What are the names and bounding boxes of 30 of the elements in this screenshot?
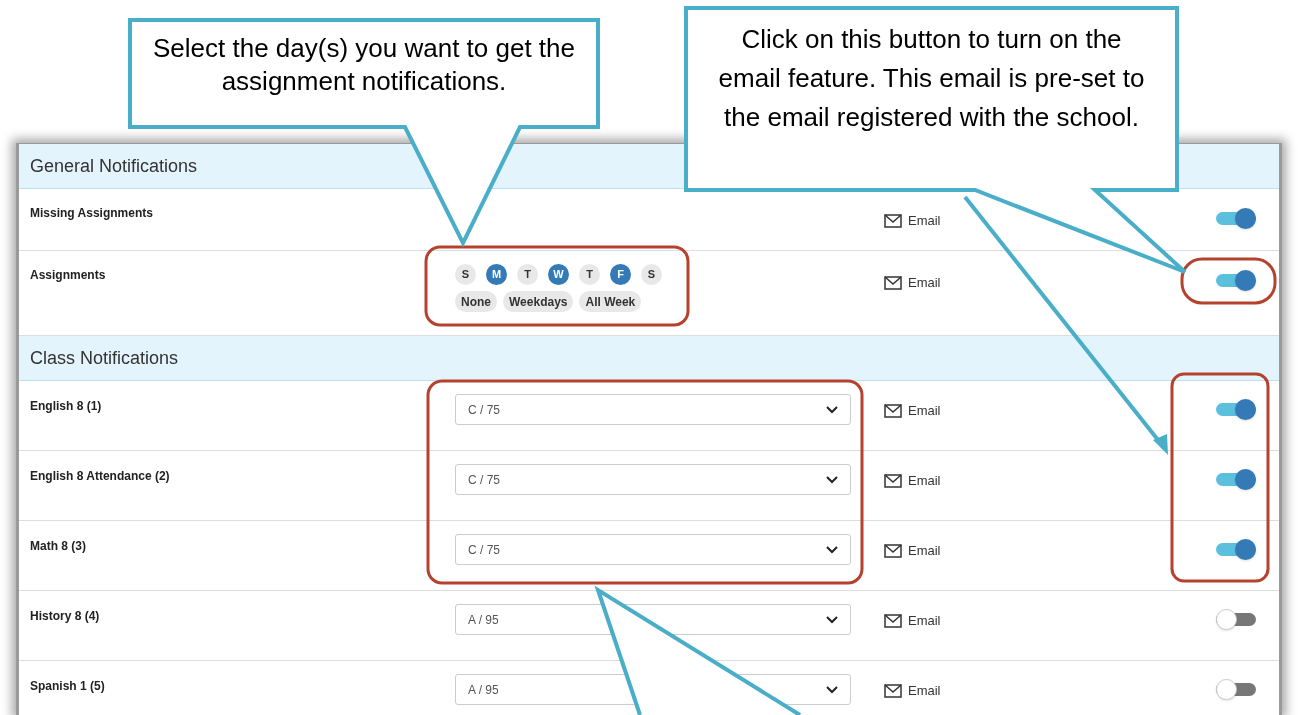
grade-dropdown[interactable]: C / 75: [455, 394, 851, 425]
row-label: Missing Assignments: [30, 205, 153, 222]
email-label: Email: [908, 472, 941, 490]
day-toggle[interactable]: M: [486, 264, 507, 285]
row-label: English 8 (1): [30, 398, 102, 415]
email-label: Email: [908, 542, 941, 560]
day-toggle[interactable]: S: [641, 264, 662, 285]
preset-button[interactable]: None: [455, 291, 497, 312]
email-label: Email: [908, 682, 941, 700]
preset-button[interactable]: Weekdays: [503, 291, 574, 312]
row-label: Spanish 1 (5): [30, 678, 105, 695]
grade-dropdown[interactable]: C / 75: [455, 534, 851, 565]
day-toggle[interactable]: S: [455, 264, 476, 285]
callout-text: Select the day(s) you want to get the assignment notifications.: [152, 32, 576, 97]
section-header: Class Notifications: [19, 336, 1279, 381]
row-label: Assignments: [30, 267, 106, 284]
row-label: Math 8 (3): [30, 538, 86, 555]
email-label: Email: [908, 274, 941, 292]
row-label: History 8 (4): [30, 608, 100, 625]
email-label: Email: [908, 612, 941, 630]
preset-button[interactable]: All Week: [579, 291, 642, 312]
row-label: English 8 Attendance (2): [30, 468, 170, 485]
day-toggle[interactable]: F: [610, 264, 631, 285]
callout-text: Click on this button to turn on the email feature. This email is pre-set to the email registered with the school.: [717, 23, 1146, 134]
day-toggle[interactable]: T: [517, 264, 538, 285]
day-toggle[interactable]: T: [579, 264, 600, 285]
email-label: Email: [908, 212, 941, 230]
day-toggle[interactable]: W: [548, 264, 569, 285]
email-label: Email: [908, 402, 941, 420]
grade-dropdown[interactable]: C / 75: [455, 464, 851, 495]
